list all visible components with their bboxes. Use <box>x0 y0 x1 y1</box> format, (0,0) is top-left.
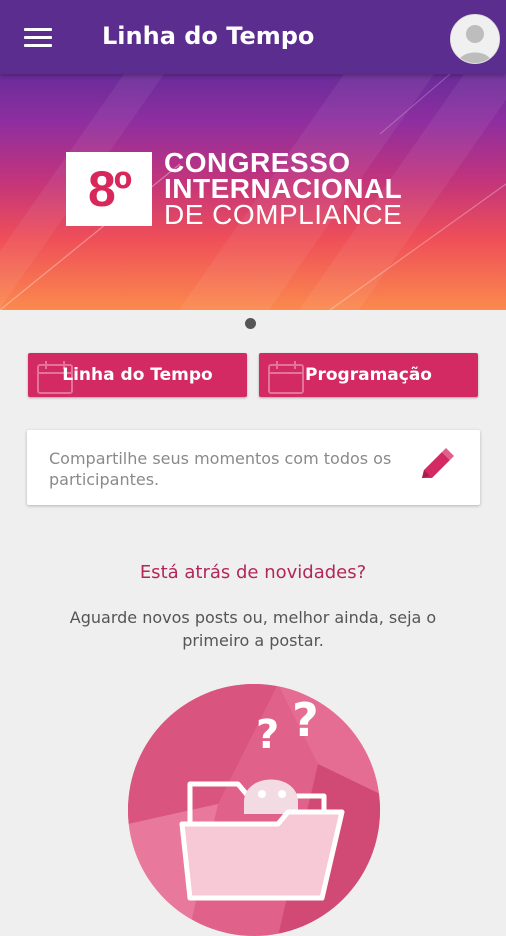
compose-post-field[interactable]: Compartilhe seus momentos com todos os p… <box>27 430 480 505</box>
calendar-icon <box>268 361 304 394</box>
empty-state-illustration: ? ? <box>128 684 380 936</box>
calendar-icon <box>37 361 73 394</box>
event-banner[interactable]: 8º CONGRESSO INTERNACIONAL DE COMPLIANCE <box>0 74 506 310</box>
menu-icon[interactable] <box>24 26 54 48</box>
svg-text:?: ? <box>292 693 319 747</box>
folder-question-icon: ? ? <box>128 684 380 936</box>
edit-icon[interactable] <box>418 448 454 482</box>
page-title: Linha do Tempo <box>102 22 315 50</box>
compose-placeholder: Compartilhe seus momentos com todos os p… <box>49 449 392 489</box>
logo-line-3: DE COMPLIANCE <box>164 199 403 230</box>
timeline-button-label: Linha do Tempo <box>62 365 213 385</box>
avatar-icon <box>451 15 499 63</box>
program-button[interactable]: Programação <box>259 353 478 397</box>
timeline-button[interactable]: Linha do Tempo <box>28 353 247 397</box>
app-bar: Linha do Tempo <box>0 0 506 74</box>
empty-state-subtitle: Aguarde novos posts ou, melhor ainda, se… <box>69 608 437 650</box>
event-edition-number: 8º <box>87 161 132 217</box>
event-logo-text: CONGRESSO INTERNACIONAL DE COMPLIANCE <box>164 149 403 230</box>
carousel-page-indicator[interactable] <box>245 318 256 329</box>
program-button-label: Programação <box>305 365 432 385</box>
event-logo-badge: 8º <box>66 152 152 226</box>
empty-state-title: Está atrás de novidades? <box>139 562 367 583</box>
avatar[interactable] <box>450 14 500 64</box>
svg-text:?: ? <box>256 712 279 758</box>
